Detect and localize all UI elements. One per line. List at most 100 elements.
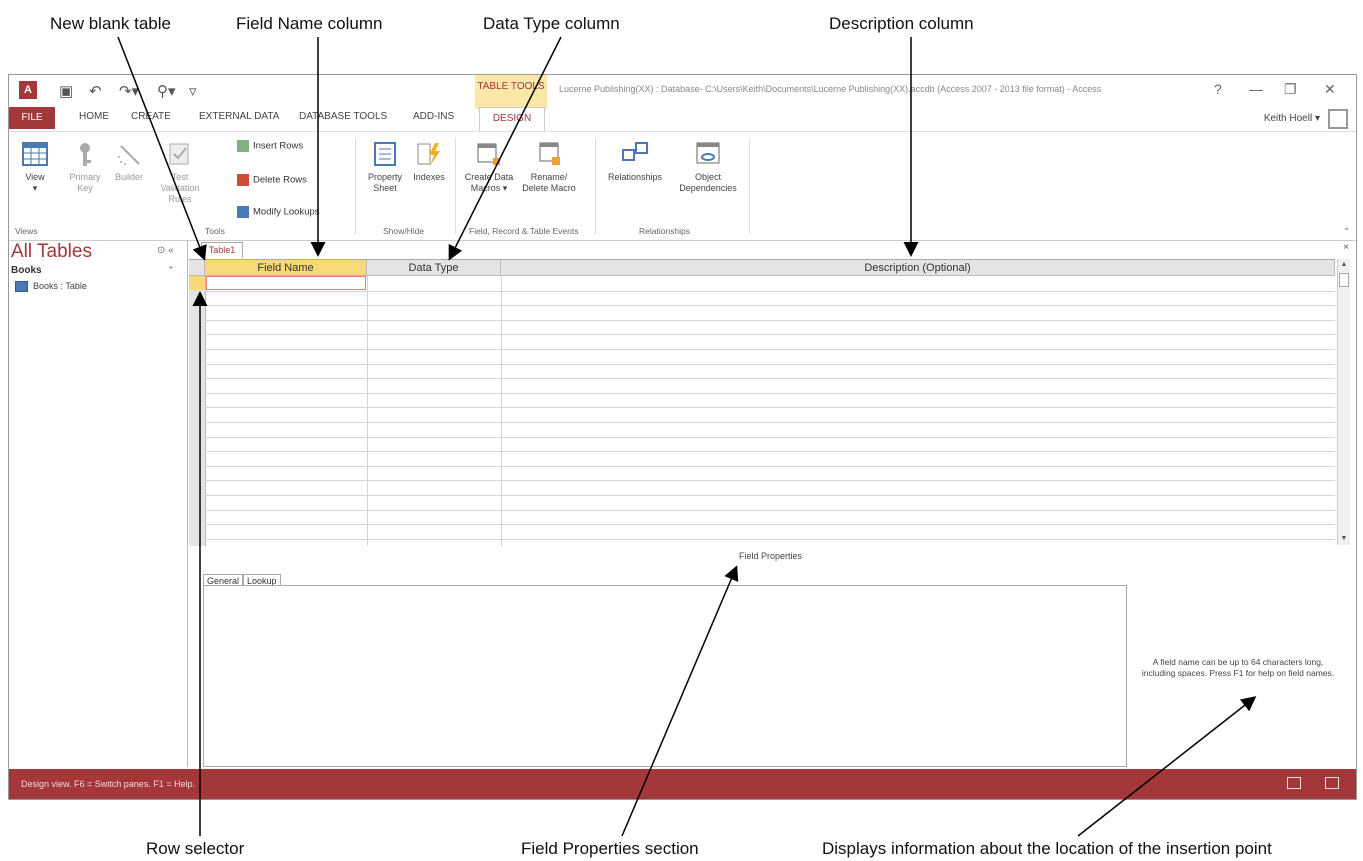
insert-rows-label: Insert Rows [253,140,304,152]
nav-item-label: Books : Table [33,281,87,291]
column-divider [367,276,368,546]
table-row[interactable] [205,378,1335,380]
relationships-button[interactable]: Relationships [603,140,667,183]
table-row[interactable] [205,524,1335,526]
table-row[interactable] [205,305,1335,307]
table-row[interactable] [205,465,1335,467]
qat-dropdown-icon[interactable]: ▿ [189,82,197,100]
group-label-events: Field, Record & Table Events [469,226,579,236]
tab-external-data[interactable]: EXTERNAL DATA [199,111,279,122]
help-icon[interactable]: ? [1214,81,1222,97]
user-name[interactable]: Keith Hoell ▾ [1264,113,1320,124]
callout-description-column: Description column [829,14,974,33]
minimize-icon[interactable]: — [1249,81,1263,97]
table-row[interactable] [205,436,1335,438]
group-label-tools: Tools [205,226,225,236]
field-help-text: A field name can be up to 64 characters … [1141,657,1335,678]
builder-label: Builder [114,172,143,182]
collapse-ribbon-icon[interactable]: ⌃ [1343,226,1350,237]
table-row[interactable] [205,480,1335,482]
table-row[interactable] [205,392,1335,394]
scroll-up-icon[interactable]: ▲ [1338,259,1350,271]
group-label-show-hide: Show/Hide [383,226,425,236]
indexes-label: Indexes [413,172,445,182]
grid-corner[interactable] [189,260,205,276]
builder-button[interactable]: Builder [109,140,149,183]
collapse-group-icon[interactable]: ⌃ [167,265,175,276]
modify-lookups-button[interactable]: Modify Lookups [237,206,320,218]
view-button[interactable]: View ▾ [15,140,55,194]
datasheet-view-icon[interactable] [1287,777,1301,789]
status-bar: Design view. F6 = Switch panes. F1 = Hel… [9,769,1356,799]
separator [455,138,456,234]
row-selector[interactable] [189,276,205,290]
separator [749,138,750,234]
table-row[interactable] [205,407,1335,409]
table-row[interactable] [205,349,1335,350]
tab-file[interactable]: FILE [9,107,55,129]
indexes-icon [417,143,440,166]
field-name-input[interactable] [206,276,366,290]
table-row[interactable] [205,363,1335,365]
relationships-label: Relationships [607,172,663,182]
object-dependencies-label: Object Dependencies [679,172,737,193]
row-selector-column[interactable] [189,276,206,546]
callout-data-type-column: Data Type column [483,14,620,33]
field-properties-pane[interactable] [203,585,1127,767]
close-document-icon[interactable]: × [1343,242,1349,253]
separator [355,138,356,234]
table-row[interactable] [205,319,1335,321]
table-row[interactable] [205,495,1335,496]
table-row[interactable] [205,334,1335,336]
tab-add-ins[interactable]: ADD-INS [413,111,454,122]
tab-create[interactable]: CREATE [131,111,171,122]
create-data-macros-label: Create Data Macros ▾ [464,172,514,193]
object-dependencies-button[interactable]: Object Dependencies [673,140,743,194]
nav-item-books-table[interactable]: Books : Table [15,281,87,293]
separator [595,138,596,234]
undo-icon[interactable]: ↶ [89,82,102,100]
tab-database-tools[interactable]: DATABASE TOOLS [299,111,387,122]
table-row[interactable] [205,538,1335,540]
nav-pane-title[interactable]: All Tables [11,241,92,263]
customize-qat-icon[interactable]: ⚲▾ [157,82,176,100]
document-tab-table1[interactable]: Table1 [201,242,243,258]
close-window-icon[interactable]: ✕ [1324,81,1336,98]
tab-design[interactable]: DESIGN [479,107,545,132]
restore-icon[interactable]: ❐ [1284,81,1297,98]
access-logo-icon[interactable]: A [19,81,37,99]
delete-rows-icon [237,174,249,186]
insert-rows-button[interactable]: Insert Rows [237,140,303,152]
rename-delete-macro-label: Rename/ Delete Macro [522,172,576,193]
scroll-down-icon[interactable]: ▼ [1338,533,1350,545]
rename-delete-macro-button[interactable]: Rename/ Delete Macro [519,140,579,194]
primary-key-label: Primary Key [69,172,101,193]
avatar[interactable] [1328,109,1348,129]
vertical-scrollbar[interactable]: ▲ ▼ [1337,259,1350,545]
table-row[interactable] [205,509,1335,511]
indexes-button[interactable]: Indexes [409,140,449,183]
data-type-header[interactable]: Data Type [367,260,501,276]
description-header[interactable]: Description (Optional) [501,260,1335,276]
tab-home[interactable]: HOME [79,111,109,122]
delete-rows-button[interactable]: Delete Rows [237,174,307,186]
table-row[interactable] [205,451,1335,453]
table-row[interactable] [205,290,1335,292]
field-name-header[interactable]: Field Name [205,260,367,276]
nav-group-books[interactable]: Books [11,265,42,276]
primary-key-button[interactable]: Primary Key [65,140,105,194]
delete-rows-label: Delete Rows [253,174,307,186]
property-sheet-button[interactable]: Property Sheet [365,140,405,194]
save-icon[interactable]: ▣ [59,82,73,100]
table-row[interactable] [205,422,1335,423]
group-label-relationships: Relationships [639,226,691,236]
key-icon [80,143,91,166]
create-data-macros-button[interactable]: Create Data Macros ▾ [461,140,517,194]
design-view-icon[interactable] [1325,777,1339,789]
scroll-thumb[interactable] [1339,273,1349,287]
nav-pane-controls[interactable]: ⊙ « [157,245,174,256]
window-title: Lucerne Publishing(XX) : Database- C:\Us… [559,84,1102,94]
rename-macro-icon [539,142,560,165]
redo-icon[interactable]: ↷▾ [119,82,139,100]
test-validation-button[interactable]: Test Validation Rules [153,140,207,205]
